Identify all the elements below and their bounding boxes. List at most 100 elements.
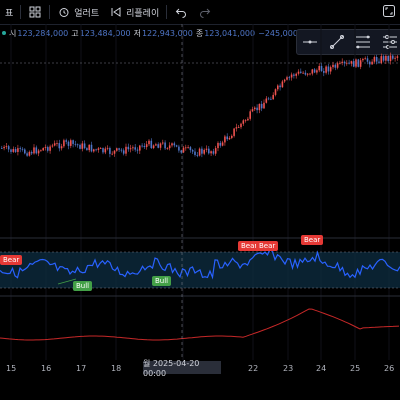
time-tick: 24 xyxy=(316,364,327,373)
candle xyxy=(3,145,5,151)
candle xyxy=(394,55,396,62)
bear-signal-badge: Bear xyxy=(0,255,23,265)
candle xyxy=(201,146,203,158)
candle xyxy=(270,96,272,101)
candle xyxy=(5,143,8,150)
grid-icon xyxy=(28,5,42,19)
candle xyxy=(212,148,215,156)
candle xyxy=(277,84,279,92)
candle xyxy=(244,119,247,123)
toolbar-label-fragment[interactable]: 표 xyxy=(0,0,18,24)
candle xyxy=(339,60,341,65)
candle xyxy=(113,150,116,157)
candle xyxy=(143,143,146,150)
candle xyxy=(191,148,194,154)
candle xyxy=(162,139,164,145)
alert-label: 얼러트 xyxy=(74,8,100,19)
candle xyxy=(175,144,178,148)
candle xyxy=(357,58,360,68)
candle xyxy=(214,145,217,156)
candle xyxy=(329,65,332,75)
candle xyxy=(274,88,277,97)
candle xyxy=(7,144,10,153)
candle xyxy=(228,136,231,140)
fullscreen-button[interactable] xyxy=(382,4,396,18)
candle xyxy=(231,134,233,140)
time-tick: 16 xyxy=(41,364,52,373)
undo-button[interactable] xyxy=(169,0,193,24)
candle xyxy=(293,72,295,79)
candle xyxy=(205,145,208,153)
candle xyxy=(102,147,104,155)
candle xyxy=(21,147,24,152)
chart-canvas[interactable] xyxy=(0,24,400,360)
candle xyxy=(90,141,93,153)
candle xyxy=(136,147,139,154)
candle xyxy=(396,54,399,61)
candle xyxy=(74,140,77,147)
candle xyxy=(155,142,157,146)
bull-signal-badge: Bull xyxy=(152,276,172,286)
candle xyxy=(263,99,265,109)
candle xyxy=(297,69,300,76)
bull-signal-badge: Bull xyxy=(73,281,93,291)
top-toolbar: 표 얼러트 리플레이 xyxy=(0,0,400,25)
candle xyxy=(256,104,258,114)
candle xyxy=(237,125,240,128)
time-tick: 25 xyxy=(350,364,361,373)
candle xyxy=(187,145,189,149)
time-tick: 18 xyxy=(111,364,122,373)
candle xyxy=(157,142,159,149)
candle xyxy=(295,72,297,79)
toolbar-divider xyxy=(20,5,22,19)
candle xyxy=(139,144,141,155)
candle xyxy=(132,145,134,151)
candle xyxy=(178,144,180,153)
candle xyxy=(210,150,212,156)
candle xyxy=(164,140,166,150)
candle xyxy=(1,145,3,150)
candle xyxy=(65,138,67,145)
candle xyxy=(86,147,88,151)
candle xyxy=(189,145,192,153)
alert-button[interactable]: 얼러트 xyxy=(52,0,104,24)
candle xyxy=(203,148,205,156)
time-tick: 15 xyxy=(6,364,17,373)
bear-signal-badge: Bear xyxy=(301,235,324,245)
candle xyxy=(152,144,155,150)
time-tick: 22 xyxy=(248,364,259,373)
candle xyxy=(148,139,150,147)
candle xyxy=(93,148,95,153)
candle xyxy=(258,103,261,114)
candle xyxy=(306,72,309,77)
candle xyxy=(267,96,270,101)
candle xyxy=(106,145,109,151)
layout-grid-button[interactable] xyxy=(23,0,47,24)
toolbar-divider xyxy=(49,5,51,19)
crosshair-time-label: 월 2025-04-20 00:00 xyxy=(143,359,221,378)
candle xyxy=(24,148,26,155)
replay-button[interactable]: 리플레이 xyxy=(104,0,164,24)
candle xyxy=(60,143,63,151)
candle xyxy=(346,60,348,66)
candle xyxy=(336,61,339,70)
candle xyxy=(51,143,54,148)
candle xyxy=(313,67,316,74)
candle xyxy=(129,144,132,153)
candle xyxy=(173,141,176,148)
candle xyxy=(348,59,350,65)
alarm-clock-icon xyxy=(57,5,71,19)
grid-lines xyxy=(10,24,390,360)
candle xyxy=(37,148,40,157)
candle xyxy=(221,140,224,147)
candle xyxy=(14,147,17,153)
candle xyxy=(219,140,222,148)
candle xyxy=(272,92,274,100)
candle xyxy=(88,144,90,153)
time-axis[interactable]: 15 16 17 18 22 23 24 25 26 월 2025-04-20 … xyxy=(0,359,400,400)
redo-button[interactable] xyxy=(193,0,217,24)
candle xyxy=(327,63,330,75)
candle xyxy=(49,144,51,154)
candle xyxy=(371,59,373,65)
candle xyxy=(288,75,291,81)
